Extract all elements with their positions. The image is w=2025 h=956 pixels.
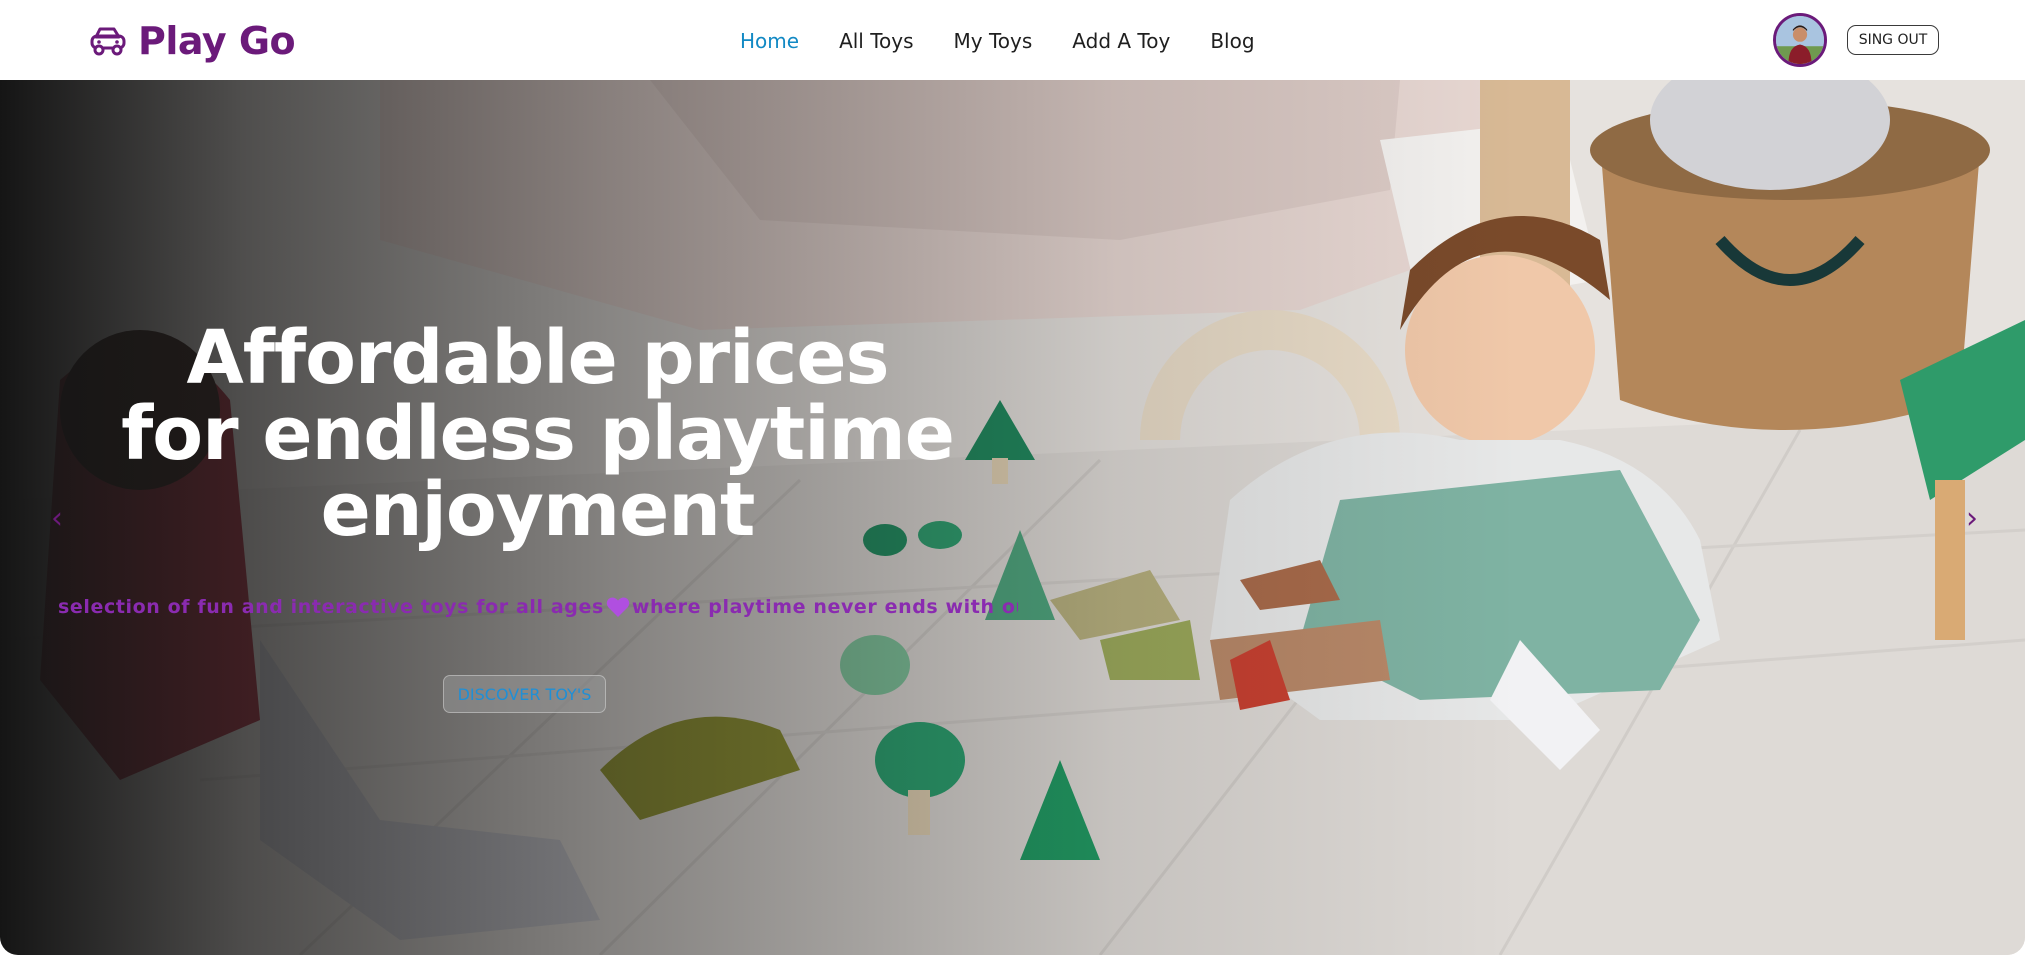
nav-link-my-toys[interactable]: My Toys: [954, 29, 1033, 53]
sign-out-button[interactable]: SING OUT: [1847, 25, 1939, 55]
nav-link-add-a-toy[interactable]: Add A Toy: [1072, 29, 1170, 53]
brand-name: Play Go: [138, 19, 296, 63]
marquee-text-left: selection of fun and interactive toys fo…: [58, 596, 604, 618]
discover-toys-button[interactable]: DISCOVER TOY'S: [443, 675, 606, 713]
marquee-text-right: where playtime never ends with our w: [631, 596, 1018, 618]
toy-car-icon: [90, 27, 126, 56]
hero-marquee: selection of fun and interactive toys fo…: [58, 596, 1018, 626]
carousel-prev-arrow-icon[interactable]: ‹: [42, 498, 72, 538]
hero-title: Affordable prices for endless playtime e…: [121, 315, 955, 553]
hero-carousel: Affordable prices for endless playtime e…: [0, 80, 2025, 955]
nav-link-all-toys[interactable]: All Toys: [839, 29, 913, 53]
marquee-text: selection of fun and interactive toys fo…: [58, 596, 1018, 618]
carousel-next-arrow-icon[interactable]: ›: [1957, 498, 1987, 538]
heart-icon: [606, 597, 630, 617]
main-nav: Home All Toys My Toys Add A Toy Blog: [740, 26, 1255, 56]
nav-link-blog[interactable]: Blog: [1210, 29, 1254, 53]
brand-logo[interactable]: Play Go: [90, 18, 296, 64]
navbar: Play Go Home All Toys My Toys Add A Toy …: [0, 0, 2025, 80]
nav-link-home[interactable]: Home: [740, 29, 799, 53]
user-avatar[interactable]: [1773, 13, 1827, 67]
user-avatar-icon: [1776, 16, 1824, 64]
